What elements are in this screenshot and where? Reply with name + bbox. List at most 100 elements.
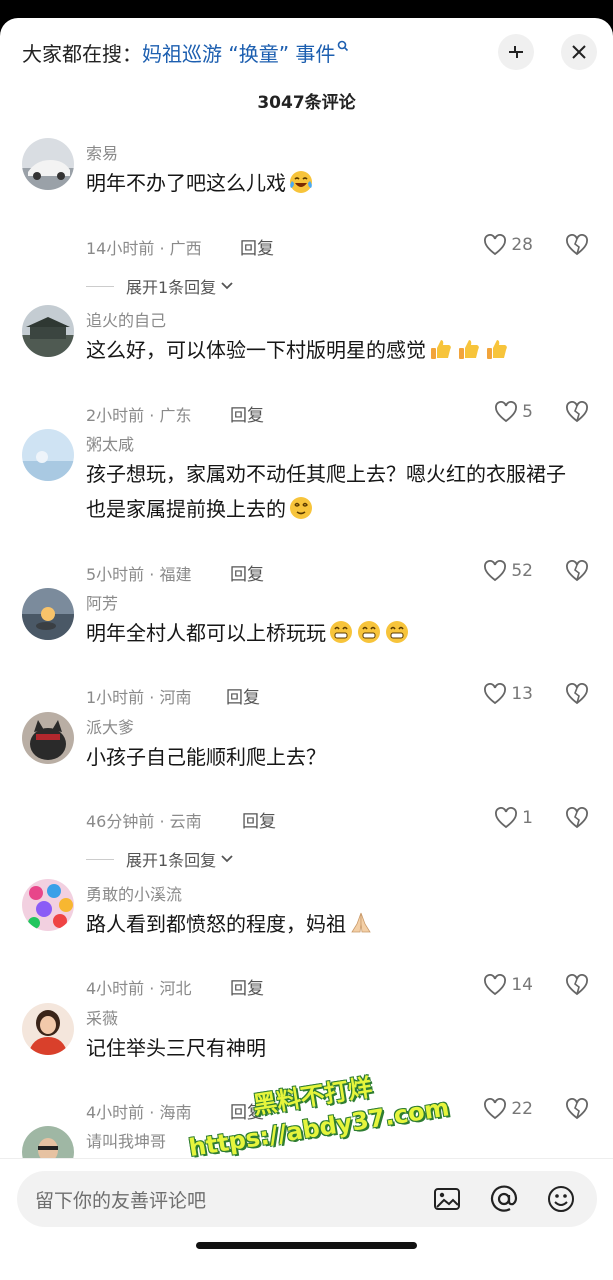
comment-input-bar: 留下你的友善评论吧: [0, 1158, 613, 1280]
broken-heart-icon: [566, 683, 588, 705]
dizzy-face-emoji-icon: [290, 497, 312, 519]
dislike-button[interactable]: [565, 1098, 589, 1124]
reply-button[interactable]: 回复: [226, 683, 260, 708]
dislike-button[interactable]: [565, 560, 589, 586]
dislike-button[interactable]: [565, 683, 589, 709]
search-link[interactable]: 妈祖巡游 “换童” 事件: [142, 42, 335, 66]
reply-button[interactable]: 回复: [230, 401, 264, 426]
like-count: 14: [511, 975, 533, 995]
mention-icon[interactable]: [488, 1183, 520, 1215]
avatar[interactable]: [22, 879, 74, 931]
comment-count: 3047条评论: [257, 93, 356, 113]
broken-heart-icon: [566, 560, 588, 582]
home-indicator[interactable]: [196, 1242, 417, 1249]
expand-replies[interactable]: 展开1条回复: [86, 274, 234, 298]
comment-text: 明年不办了吧这么儿戏: [86, 166, 586, 201]
comment-meta: 2小时前 · 广东: [86, 406, 192, 425]
heart-icon: [495, 401, 518, 423]
minimize-icon: [509, 46, 523, 58]
avatar[interactable]: [22, 712, 74, 764]
comment-text: 路人看到都愤怒的程度，妈祖: [86, 907, 586, 942]
comment-username[interactable]: 索易: [86, 140, 118, 164]
comment-list[interactable]: 索易 明年不办了吧这么儿戏 14小时前 · 广西 回复 28 展开1条回复 追火…: [0, 128, 613, 1158]
comment-input-placeholder: 留下你的友善评论吧: [35, 1190, 207, 1212]
avatar[interactable]: [22, 588, 74, 640]
like-count: 1: [522, 808, 533, 828]
reply-button[interactable]: 回复: [240, 234, 274, 259]
avatar[interactable]: [22, 1003, 74, 1055]
folded-hands-emoji-icon: [351, 912, 371, 933]
dislike-button[interactable]: [565, 807, 589, 833]
broken-heart-icon: [566, 974, 588, 996]
image-icon[interactable]: [431, 1183, 463, 1215]
comment-username[interactable]: 阿芳: [86, 590, 118, 614]
comment-text: 小孩子自己能顺利爬上去？: [86, 740, 586, 775]
dislike-button[interactable]: [565, 401, 589, 427]
dislike-button[interactable]: [565, 234, 589, 260]
comment-meta: 46分钟前 · 云南: [86, 812, 202, 831]
comment-meta: 4小时前 · 海南: [86, 1103, 192, 1122]
heart-icon: [484, 234, 507, 256]
comment-username[interactable]: 请叫我坤哥: [86, 1128, 166, 1152]
expand-replies-label: 展开1条回复: [126, 278, 217, 297]
comment-text-content: 明年全村人都可以上桥玩玩: [86, 621, 326, 645]
reply-button[interactable]: 回复: [230, 560, 264, 585]
chevron-down-icon: [221, 282, 233, 290]
reply-button[interactable]: 回复: [230, 974, 264, 999]
comment-text-content: 明年不办了吧这么儿戏: [86, 171, 286, 195]
like-count: 28: [511, 235, 533, 255]
heart-icon: [495, 807, 518, 829]
heart-icon: [484, 560, 507, 582]
chevron-down-icon: [221, 855, 233, 863]
dislike-button[interactable]: [565, 974, 589, 1000]
grinning-emoji-icon: [330, 621, 352, 643]
like-button[interactable]: 22: [483, 1098, 533, 1120]
like-count: 13: [511, 684, 533, 704]
comment-text-content: 记住举头三尺有神明: [86, 1036, 266, 1060]
like-button[interactable]: 1: [494, 807, 533, 829]
like-button[interactable]: 52: [483, 560, 533, 582]
like-button[interactable]: 13: [483, 683, 533, 705]
comment-text: 明年全村人都可以上桥玩玩: [86, 616, 586, 651]
search-suggestion[interactable]: 大家都在搜：妈祖巡游 “换童” 事件: [22, 38, 349, 67]
like-button[interactable]: 14: [483, 974, 533, 996]
emoji-icon[interactable]: [545, 1183, 577, 1215]
comment-input[interactable]: 留下你的友善评论吧: [17, 1171, 597, 1227]
avatar[interactable]: [22, 1126, 74, 1158]
broken-heart-icon: [566, 234, 588, 256]
expand-replies[interactable]: 展开1条回复: [86, 847, 234, 871]
comment-text-content: 小孩子自己能顺利爬上去？: [86, 745, 326, 769]
broken-heart-icon: [566, 401, 588, 423]
search-icon: [338, 40, 349, 52]
comment-username[interactable]: 勇敢的小溪流: [86, 881, 182, 905]
like-button[interactable]: 5: [494, 401, 533, 423]
comment-username[interactable]: 采薇: [86, 1005, 118, 1029]
avatar[interactable]: [22, 429, 74, 481]
thumbs-up-emoji-icon: [431, 340, 451, 359]
like-button[interactable]: 28: [483, 234, 533, 256]
avatar[interactable]: [22, 305, 74, 357]
thumbs-up-emoji-icon: [487, 340, 507, 359]
comment-username[interactable]: 粥太咸: [86, 431, 134, 455]
search-prefix: 大家都在搜：: [22, 42, 142, 66]
grinning-emoji-icon: [358, 621, 380, 643]
comment-meta: 1小时前 · 河南: [86, 688, 192, 707]
heart-icon: [484, 683, 507, 705]
like-count: 22: [511, 1099, 533, 1119]
reply-button[interactable]: 回复: [242, 807, 276, 832]
minimize-button[interactable]: [498, 34, 534, 70]
close-button[interactable]: [561, 34, 597, 70]
comment-sheet: 大家都在搜：妈祖巡游 “换童” 事件 3047条评论 索易 明年不办了吧这么儿戏…: [0, 18, 613, 1280]
comment-username[interactable]: 追火的自己: [86, 307, 166, 331]
heart-icon: [484, 1098, 507, 1120]
close-icon: [572, 45, 586, 59]
expand-replies-label: 展开1条回复: [126, 851, 217, 870]
comment-text: 这么好，可以体验一下村版明星的感觉: [86, 333, 586, 368]
comment-meta: 4小时前 · 河北: [86, 979, 192, 998]
avatar[interactable]: [22, 138, 74, 190]
like-count: 52: [511, 561, 533, 581]
comment-text: 孩子想玩，家属劝不动任其爬上去？嗯火红的衣服裙子也是家属提前换上去的: [86, 457, 576, 527]
comment-meta: 14小时前 · 广西: [86, 239, 202, 258]
divider: [86, 858, 114, 860]
comment-username[interactable]: 派大爹: [86, 714, 134, 738]
